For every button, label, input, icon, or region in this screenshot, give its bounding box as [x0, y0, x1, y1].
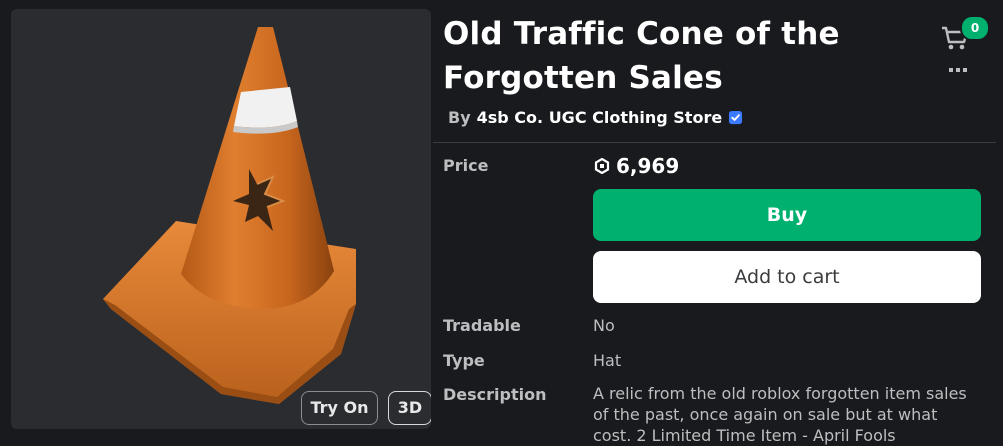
by-prefix: By [448, 108, 471, 127]
description-label: Description [443, 385, 547, 404]
traffic-cone-image [103, 27, 356, 404]
price-amount: 6,969 [616, 154, 680, 178]
tradable-label: Tradable [443, 316, 521, 335]
divider [433, 142, 996, 143]
item-title: Old Traffic Cone of the Forgotten Sales [443, 16, 840, 96]
tradable-value: No [593, 316, 615, 335]
creator-link[interactable]: 4sb Co. UGC Clothing Store [477, 108, 723, 127]
price-label: Price [443, 156, 489, 175]
verified-badge-icon [729, 110, 743, 125]
cart-count-badge: 0 [960, 15, 990, 41]
robux-icon [594, 158, 610, 174]
type-value: Hat [593, 351, 622, 370]
3d-view-button[interactable]: 3D [388, 391, 431, 425]
item-thumbnail[interactable]: Try On 3D [11, 9, 431, 429]
more-options-icon[interactable] [949, 65, 969, 75]
creator-line: By 4sb Co. UGC Clothing Store [448, 108, 743, 127]
add-to-cart-button[interactable]: Add to cart [593, 251, 981, 303]
type-label: Type [443, 351, 485, 370]
buy-button[interactable]: Buy [593, 189, 981, 241]
try-on-button[interactable]: Try On [301, 391, 378, 425]
price-value: 6,969 [594, 154, 679, 178]
